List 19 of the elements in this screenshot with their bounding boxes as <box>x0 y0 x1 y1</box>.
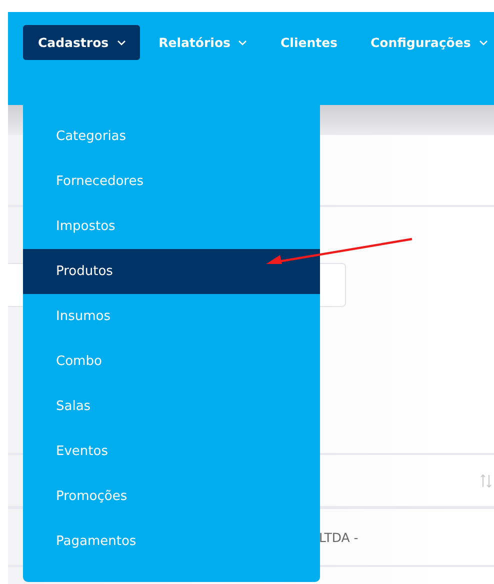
chevron-down-icon <box>478 40 488 46</box>
nav-menu-button[interactable]: Relatórios <box>144 25 262 60</box>
table-cell: LTDA - <box>319 530 358 544</box>
menu-item[interactable]: Promoções <box>23 474 320 519</box>
nav-menu-button[interactable]: Cadastros <box>23 25 140 60</box>
menu-item[interactable]: Insumos <box>23 294 320 339</box>
menu-item[interactable]: Produtos <box>23 249 320 294</box>
nav-menu-button[interactable]: Clientes <box>265 25 352 60</box>
menu-item[interactable]: Combo <box>23 339 320 384</box>
menu-item[interactable]: Impostos <box>23 204 320 249</box>
menu-item[interactable]: Pagamentos <box>23 519 320 564</box>
nav-menu-button[interactable]: Configurações <box>356 25 494 60</box>
menu-item[interactable]: Fornecedores <box>23 159 320 204</box>
menu-item[interactable]: Salas <box>23 384 320 429</box>
menu-item[interactable]: Categorias <box>23 114 320 159</box>
sort-icon <box>480 474 492 488</box>
menu-item[interactable]: Eventos <box>23 429 320 474</box>
chevron-down-icon <box>116 40 126 46</box>
chevron-down-icon <box>238 40 248 46</box>
